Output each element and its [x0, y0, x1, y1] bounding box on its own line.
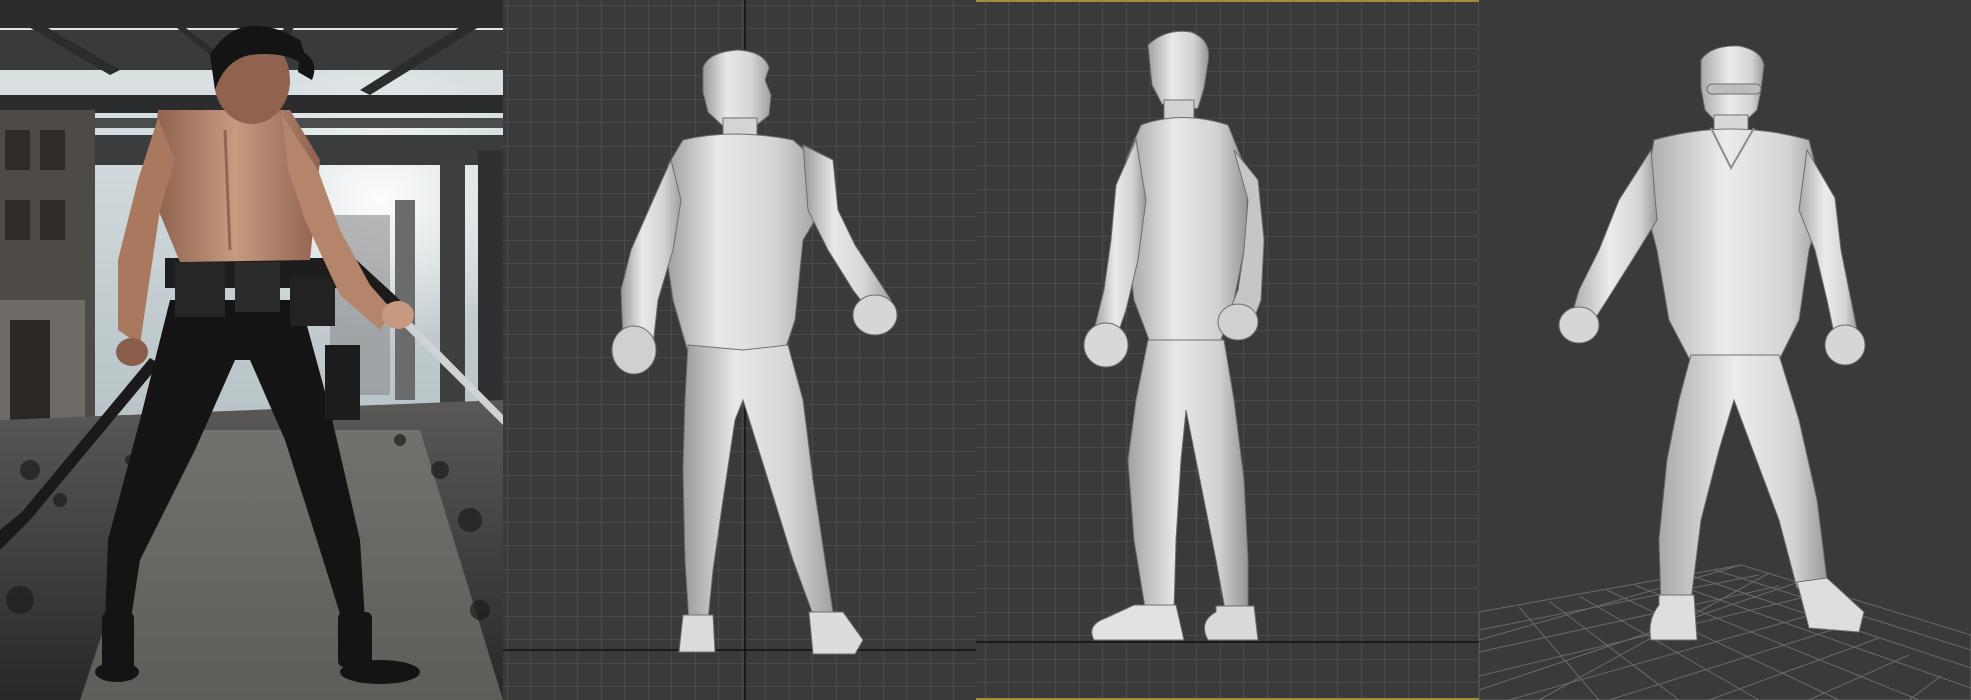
back-viewport-canvas [503, 0, 976, 700]
perspective-viewport[interactable] [1479, 0, 1971, 700]
viewport-strip [0, 0, 1971, 700]
reference-photo [0, 0, 503, 700]
left-building [0, 110, 95, 420]
side-viewport-canvas [976, 0, 1479, 700]
perspective-viewport-canvas [1479, 0, 1971, 700]
back-viewport[interactable] [503, 0, 976, 700]
reference-photo-panel[interactable] [0, 0, 503, 700]
side-viewport[interactable] [976, 0, 1479, 700]
